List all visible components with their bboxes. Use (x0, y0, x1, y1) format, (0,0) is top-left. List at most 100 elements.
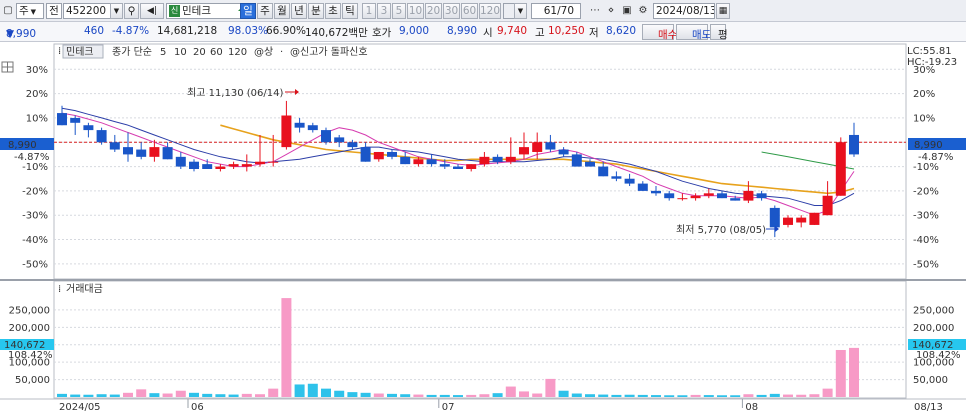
period-button-day[interactable]: 일 (240, 3, 256, 19)
window-icon[interactable]: ▢ (1, 3, 15, 19)
candle-body (466, 164, 477, 169)
volume-bar (307, 383, 318, 397)
eval-label: 평 (718, 29, 728, 41)
candle-body (387, 151, 397, 157)
mode2-toggle[interactable]: 전 (46, 3, 62, 19)
calendar-icon[interactable]: ▦ (716, 3, 730, 19)
volume-bar (268, 388, 279, 397)
interval-button-20[interactable]: 20 (425, 3, 442, 19)
volume-bar (796, 394, 807, 397)
volume-bar (453, 395, 463, 397)
interval-button-30[interactable]: 30 (443, 3, 460, 19)
interval-label: 3 (380, 5, 388, 17)
volume-bar (136, 389, 147, 397)
period-button-year[interactable]: 년 (291, 3, 307, 19)
quote-high-label: 고 (535, 27, 545, 39)
period-button-month[interactable]: 월 (274, 3, 290, 19)
interval-button-10[interactable]: 10 (407, 3, 424, 19)
quote-low-label: 저 (589, 27, 599, 39)
code-dropdown-button[interactable]: ▼ (110, 3, 123, 19)
mode-select[interactable]: 주 ▼ (16, 3, 44, 19)
volume-bar (519, 391, 529, 397)
price-y-tick-label: 20% (913, 89, 935, 100)
interval-label: 60 (462, 5, 477, 17)
candle-body (479, 156, 490, 165)
scroll-icon[interactable]: ⋯ (588, 3, 602, 19)
volume-bar (321, 388, 331, 397)
volume-bar (717, 395, 727, 397)
interval-button-3[interactable]: 3 (377, 3, 391, 19)
candle-body (637, 183, 648, 191)
candle-body (453, 166, 463, 169)
quote-ask-label: 호가 (372, 27, 392, 39)
candle-body (624, 178, 635, 184)
x-axis-right-label: 08/13 (914, 402, 943, 413)
eval-button[interactable]: 평 (710, 24, 728, 41)
chart-toolbar: ▢ 주 ▼ 전 452200 ▼ ⚲ ◀| 신 민테크 일 주 월 년 분 초 틱 … (0, 0, 966, 22)
volume-bar (677, 395, 688, 397)
mode2-label: 전 (49, 5, 59, 17)
candle-body (149, 147, 160, 157)
quote-ask-value: 9,000 (399, 25, 430, 37)
volume-bar (822, 388, 833, 397)
interval-dropdown-button[interactable]: ▼ (514, 3, 527, 19)
price-y-tick-label: -50% (913, 259, 939, 270)
quote-change-pct: -4.87% (112, 25, 150, 37)
legend-handle-icon[interactable]: ⁞ (58, 46, 61, 57)
page-counter: 61/70 (531, 3, 581, 19)
volume-bar (255, 394, 265, 397)
candle-body (400, 156, 411, 165)
interval-button-120[interactable]: 120 (479, 3, 501, 19)
volume-bar (611, 394, 622, 397)
candle-body (545, 142, 556, 150)
volume-legend-handle-icon[interactable]: ⁞ (58, 284, 61, 295)
date-input[interactable]: 2024/08/13 (653, 3, 715, 19)
candle-body (307, 125, 318, 131)
volume-bar (479, 394, 490, 397)
compare-icon[interactable]: ⋄ (604, 3, 618, 19)
mode-select-label: 주 (19, 5, 29, 17)
interval-button-1[interactable]: 1 (362, 3, 376, 19)
search-icon[interactable]: ⚲ (124, 3, 139, 19)
period-label: 분 (311, 5, 321, 17)
sell-button[interactable]: 매도 (676, 24, 711, 41)
period-button-minute[interactable]: 분 (308, 3, 324, 19)
gear-icon[interactable]: ⚙ (636, 3, 650, 19)
interval-button-60[interactable]: 60 (461, 3, 478, 19)
candle-body (70, 117, 81, 123)
speaker-icon[interactable]: ◀| (140, 3, 164, 19)
volume-bar (664, 395, 675, 397)
legend-ma60: 60 (210, 47, 223, 58)
save-icon[interactable]: ▣ (620, 3, 634, 19)
quote-bar: 8,990 ▼ 460 -4.87% 14,681,218 98.03% 66.… (0, 22, 966, 42)
legend-extra: @상 (254, 46, 273, 58)
candle-body (294, 122, 305, 128)
volume-bar (57, 393, 67, 397)
interval-button-5[interactable]: 5 (392, 3, 406, 19)
price-y-tick-label: -20% (913, 186, 939, 197)
price-chart[interactable]: 30%20%10%0%-10%-20%-30%-40%-50% 30%20%10… (0, 42, 966, 414)
volume-bar (109, 394, 120, 397)
volume-bar (400, 394, 411, 397)
volume-bar (651, 395, 661, 397)
volume-y-tick-label: 200,000 (913, 323, 954, 334)
candle-body (730, 198, 741, 201)
period-button-week[interactable]: 주 (257, 3, 273, 19)
candle-body (413, 159, 424, 165)
period-button-tick[interactable]: 틱 (342, 3, 358, 19)
period-label: 초 (328, 5, 338, 17)
buy-button[interactable]: 매수 (642, 24, 677, 41)
volume-y-tick-label: 200,000 (9, 323, 50, 334)
volume-pct-right: 108.42% (916, 350, 961, 361)
volume-bar (162, 393, 173, 397)
price-y-tick-label: -10% (22, 162, 48, 173)
candle-body (136, 149, 147, 157)
volume-bar (202, 393, 213, 397)
volume-bar (387, 393, 397, 397)
candle-body (228, 164, 239, 167)
candle-body (796, 217, 807, 223)
volume-pct-left: 108.42% (8, 350, 53, 361)
interval-label: 1 (365, 5, 373, 17)
candle-body (822, 195, 833, 216)
period-button-second[interactable]: 초 (325, 3, 341, 19)
